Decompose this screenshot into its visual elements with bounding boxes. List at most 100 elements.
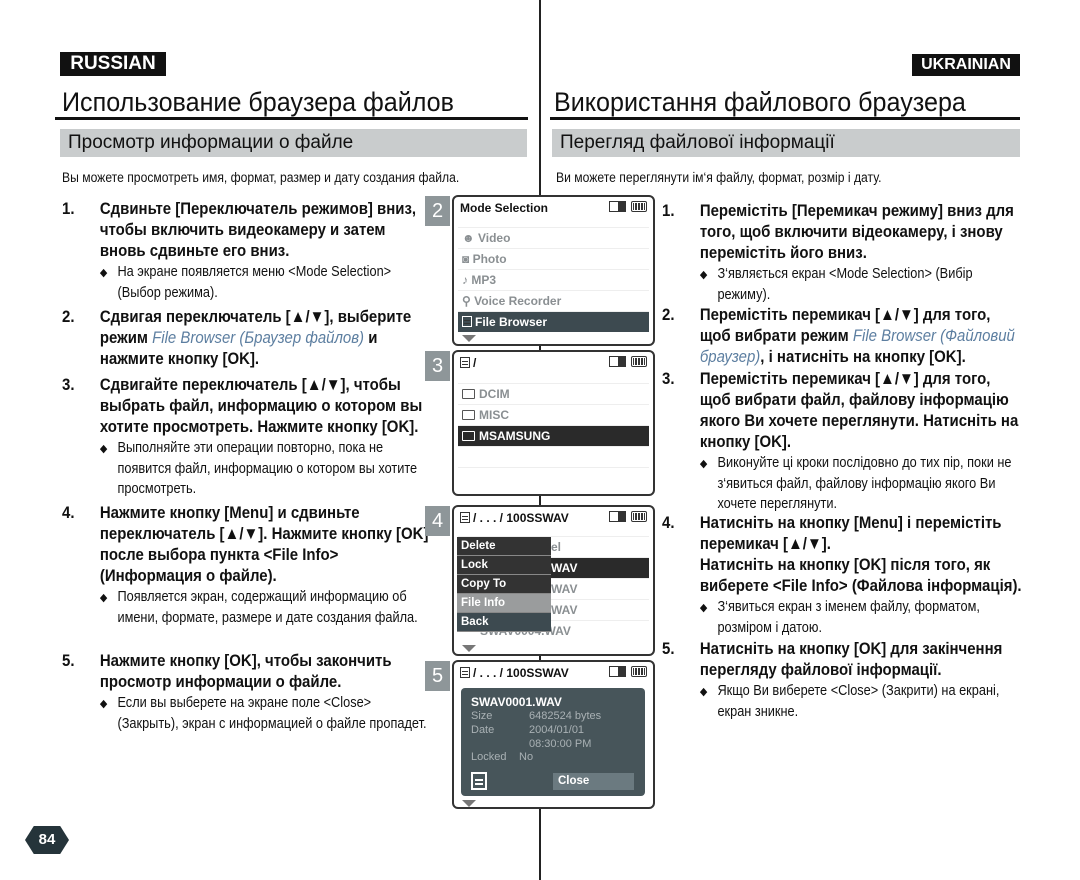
document-icon (460, 512, 470, 523)
battery-icon (631, 356, 647, 367)
step-text-part: Натисніть на кнопку [Menu] і перемістіть… (699, 513, 1002, 553)
info-locked-value: No (519, 751, 534, 763)
section-header-ukrainian: Перегляд файлової інформації (552, 129, 1020, 157)
screen-mode-selection: Mode Selection ☻ Video ◙ Photo ♪ MP3 ⚲ V… (452, 195, 655, 346)
step-note: Если вы выберете на экране поле <Close> … (100, 693, 430, 734)
step-number: 1. (62, 199, 75, 218)
folder-icon (462, 431, 475, 441)
step-note: На экране появляется меню <Mode Selectio… (100, 262, 430, 303)
step-number: 4. (662, 513, 675, 532)
menu-option-file-info[interactable]: File Info (457, 594, 551, 613)
step-4: 4. Натисніть на кнопку [Menu] і перемісті… (662, 512, 1023, 638)
memory-icon (609, 201, 626, 212)
scroll-down-icon[interactable] (462, 335, 476, 342)
intro-text-russian: Вы можете просмотреть имя, формат, разме… (62, 170, 460, 185)
menu-option-delete[interactable]: Delete (457, 537, 551, 556)
step-text: Натисніть на кнопку [OK] для закінчення … (700, 638, 1023, 680)
title-rule-right (550, 117, 1020, 120)
step-number: 3. (62, 375, 75, 394)
screen-file-browser-root: / DCIM MISC MSAMSUNG (452, 350, 655, 496)
step-text-part: Сдвиньте [Переключатель режимов] вниз, ч… (99, 199, 417, 260)
step-4: 4. Нажмите кнопку [Menu] и сдвиньте перек… (62, 502, 430, 628)
folder-misc[interactable]: MISC (458, 404, 649, 425)
step-1: 1. Сдвиньте [Переключатель режимов] вниз,… (62, 198, 430, 303)
info-time-value: 08:30:00 PM (529, 738, 592, 750)
step-number: 5. (62, 651, 75, 670)
close-button[interactable]: Close (553, 773, 634, 790)
battery-icon (631, 511, 647, 522)
step-text: Нажмите кнопку [Menu] и сдвиньте переклю… (100, 502, 430, 586)
folder-icon (462, 410, 475, 420)
step-text: Сдвиньте [Переключатель режимов] вниз, ч… (100, 198, 430, 261)
folder-icon (462, 389, 475, 399)
battery-icon (631, 666, 647, 677)
menu-item-video[interactable]: ☻ Video (458, 227, 649, 248)
step-text-part: , і натисніть на кнопку [OK]. (760, 347, 966, 366)
menu-option-back[interactable]: Back (457, 613, 551, 632)
scroll-down-icon[interactable] (462, 800, 476, 807)
step-note: З‘являється екран <Mode Selection> (Вибі… (700, 264, 1023, 305)
screen-step-number: 5 (425, 661, 450, 691)
step-note: Якщо Ви виберете <Close> (Закрити) на ек… (700, 681, 1023, 722)
menu-item-mp3[interactable]: ♪ MP3 (458, 269, 649, 290)
step-number: 5. (662, 639, 675, 658)
empty-row (458, 467, 649, 488)
step-5: 5. Нажмите кнопку [OK], чтобы закончить п… (62, 650, 430, 734)
screen-file-info: / . . . / 100SSWAV SWAV0001.WAV Size 6482… (452, 660, 655, 809)
info-date-value: 2004/01/01 (529, 724, 585, 736)
step-5: 5. Натисніть на кнопку [OK] для закінченн… (662, 638, 1023, 722)
step-note: Выполняйте эти операции повторно, пока н… (100, 438, 430, 499)
document-icon (460, 357, 470, 368)
language-badge-ukrainian: UKRAINIAN (912, 54, 1020, 76)
screen-step-number: 4 (425, 506, 450, 536)
folder-msamsung[interactable]: MSAMSUNG (458, 425, 649, 446)
memory-icon (609, 666, 626, 677)
step-1: 1. Перемістіть [Перемикач режиму] вниз дл… (662, 200, 1023, 305)
page-title-ukrainian: Використання файлового браузера (554, 87, 966, 117)
step-text: Нажмите кнопку [OK], чтобы закончить про… (100, 650, 430, 692)
page-title-russian: Использование браузера файлов (62, 87, 454, 117)
screen-header: / . . . / 100SSWAV (460, 511, 569, 525)
menu-item-voice-recorder[interactable]: ⚲ Voice Recorder (458, 290, 649, 311)
step-number: 1. (662, 201, 675, 220)
step-text-part: Нажмите кнопку [Menu] и сдвиньте переклю… (99, 503, 429, 585)
step-text: Перемістіть [Перемикач режиму] вниз для … (700, 200, 1023, 263)
step-number: 3. (662, 369, 675, 388)
memory-icon (609, 356, 626, 367)
scroll-down-icon[interactable] (462, 645, 476, 652)
step-number: 2. (662, 305, 675, 324)
menu-item-photo[interactable]: ◙ Photo (458, 248, 649, 269)
step-text-part: Сдвигайте переключатель [▲/▼], чтобы выб… (99, 375, 423, 436)
step-text: Сдвигайте переключатель [▲/▼], чтобы выб… (100, 374, 430, 437)
step-text-part: Нажмите кнопку [OK], чтобы закончить про… (99, 651, 392, 691)
menu-item-file-browser[interactable]: File Browser (458, 311, 649, 332)
empty-row (458, 446, 649, 467)
document-icon (462, 316, 472, 327)
camera-icon: ◙ (462, 252, 473, 266)
document-icon (471, 772, 487, 790)
step-3: 3. Сдвигайте переключатель [▲/▼], чтобы в… (62, 374, 430, 499)
step-text-part: Натисніть на кнопку [OK] для закінчення … (699, 639, 1003, 679)
file-info-dialog: SWAV0001.WAV Size 6482524 bytes Date 2004/… (461, 688, 645, 796)
document-icon (460, 667, 470, 678)
title-rule-left (55, 117, 528, 120)
info-size-label: Size (471, 710, 493, 722)
screen-step-number: 3 (425, 351, 450, 381)
screen-header: / . . . / 100SSWAV (460, 666, 569, 680)
screen-header: Mode Selection (460, 201, 549, 215)
battery-icon (631, 201, 647, 212)
section-header-russian: Просмотр информации о файле (60, 129, 527, 157)
folder-dcim[interactable]: DCIM (458, 383, 649, 404)
menu-option-copy-to[interactable]: Copy To (457, 575, 551, 594)
page-number: 84 (25, 826, 69, 854)
step-2: 2. Перемістіть перемикач [▲/▼] для того, … (662, 304, 1023, 367)
step-note: Появляется экран, содержащий информацию … (100, 587, 430, 628)
microphone-icon: ⚲ (462, 294, 475, 308)
menu-option-lock[interactable]: Lock (457, 556, 551, 575)
info-date-label: Date (471, 724, 495, 736)
screen-header: / (460, 356, 476, 370)
mode-name: File Browser (Браузер файлов) (152, 328, 365, 347)
info-locked-label: Locked (471, 751, 507, 763)
step-number: 2. (62, 307, 75, 326)
memory-icon (609, 511, 626, 522)
